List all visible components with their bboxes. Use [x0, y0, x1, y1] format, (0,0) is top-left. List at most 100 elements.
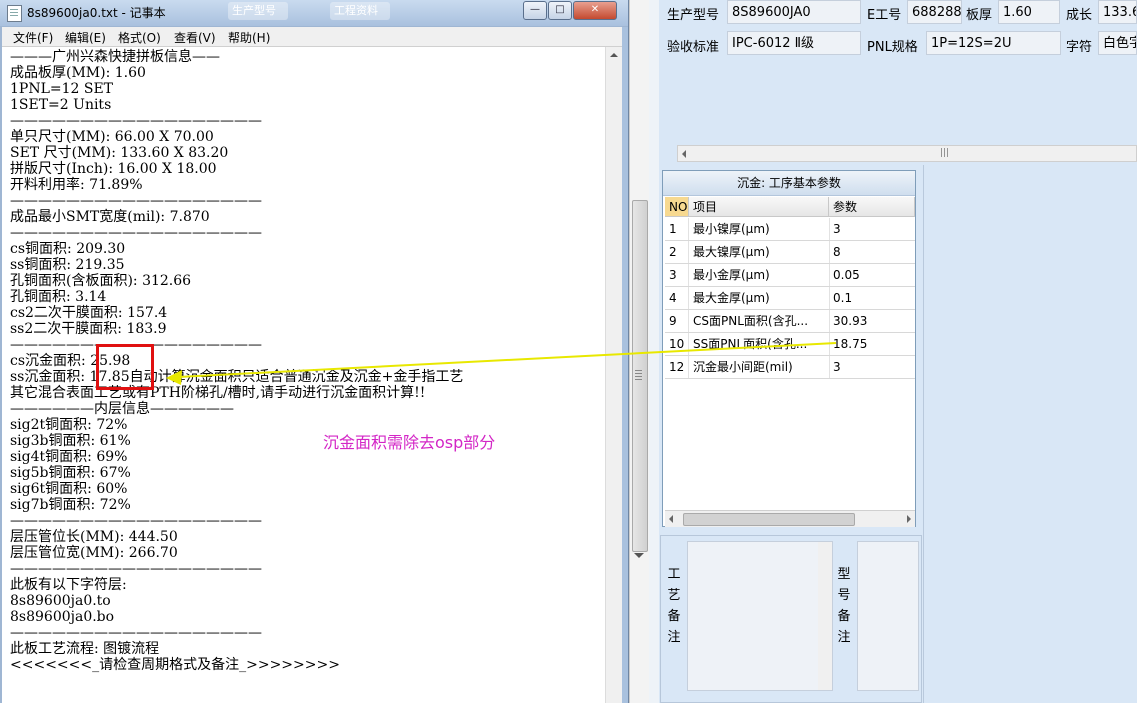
text-line: 孔铜面积: 3.14 [10, 289, 107, 305]
text-line: ——————内层信息—————— [10, 401, 234, 417]
column-header-value[interactable]: 参数 [829, 197, 915, 217]
label-char: 备 [667, 609, 681, 624]
label-char: 艺 [667, 588, 681, 603]
vertical-scrollbar[interactable] [629, 0, 650, 703]
annotation-text: 沉金面积需除去osp部分 [323, 433, 496, 452]
table-row[interactable]: 10 SS面PNL面积(含孔... 18.75 [665, 333, 915, 356]
menu-format[interactable]: 格式(O) [118, 29, 161, 46]
eno-field[interactable]: 688288 [907, 0, 962, 24]
scrollbar-thumb[interactable] [632, 200, 648, 552]
row-value: 18.75 [833, 337, 868, 351]
column-divider [829, 356, 830, 378]
model-field[interactable]: 8S89600JA0 [727, 0, 861, 24]
process-notes-label: 工艺备注 [667, 564, 681, 648]
notepad-titlebar[interactable]: 8s89600ja0.txt - 记事本 生产型号 工程资料 — □ ✕ [0, 0, 628, 26]
row-item: SS面PNL面积(含孔... [693, 337, 808, 351]
label-char: 型 [837, 567, 851, 582]
minimize-button[interactable]: — [523, 1, 547, 20]
label-char: 号 [837, 588, 851, 603]
scroll-up-arrow-icon[interactable] [610, 53, 618, 57]
model-notes-textarea[interactable] [857, 541, 919, 691]
row-value: 30.93 [833, 314, 868, 328]
text-line: 成品最小SMT宽度(mil): 7.870 [10, 209, 210, 225]
table-row[interactable]: 12 沉金最小间距(mil) 3 [665, 356, 915, 379]
thickness-field[interactable]: 1.60 [998, 0, 1060, 24]
menu-view[interactable]: 查看(V) [174, 29, 216, 46]
column-divider [829, 333, 830, 355]
char-field[interactable]: 白色字 [1098, 31, 1137, 55]
thickness-label: 板厚 [966, 8, 993, 23]
text-line: 此板工艺流程: 图镀流程 [10, 641, 160, 657]
scroll-left-arrow-icon[interactable] [682, 150, 686, 158]
row-value: 3 [833, 222, 841, 236]
text-line: 开料利用率: 71.89% [10, 177, 143, 193]
close-button[interactable]: ✕ [573, 1, 617, 20]
grip-icon [635, 370, 642, 371]
scroll-left-arrow-icon[interactable] [669, 515, 673, 523]
scroll-down-arrow-icon[interactable] [634, 553, 644, 558]
form-horizontal-scrollbar[interactable]: ||| [677, 145, 1137, 162]
process-notes-textarea[interactable] [687, 541, 833, 691]
text-line: —————————————————— [10, 193, 262, 209]
column-header-no[interactable]: NO [665, 197, 689, 217]
label-char: 工 [667, 567, 681, 582]
standard-field[interactable]: IPC-6012 Ⅱ级 [727, 31, 861, 55]
text-line: ss铜面积: 219.35 [10, 257, 125, 273]
text-line: SET 尺寸(MM): 133.60 X 83.20 [10, 145, 229, 161]
column-divider [829, 310, 830, 332]
grip-icon: ||| [940, 148, 950, 158]
char-label: 字符 [1066, 40, 1093, 55]
textarea-scrollbar[interactable] [818, 542, 832, 690]
editor-vertical-scrollbar[interactable] [605, 47, 623, 703]
label-char: 注 [837, 630, 851, 645]
text-line: sig7b铜面积: 72% [10, 497, 131, 513]
menu-file[interactable]: 文件(F) [13, 29, 53, 46]
table-row[interactable]: 1 最小镍厚(μm) 3 [665, 218, 915, 241]
scrollbar-thumb[interactable] [683, 513, 855, 526]
notepad-icon [7, 5, 22, 22]
row-value: 3 [833, 360, 841, 374]
window-frame [622, 27, 628, 703]
text-line: 1PNL=12 SET [10, 81, 114, 97]
row-no: 12 [669, 360, 685, 374]
notes-box: 工艺备注 型号备注 [660, 535, 922, 703]
row-value: 0.1 [833, 291, 853, 305]
scroll-right-arrow-icon[interactable] [907, 515, 911, 523]
text-line: —————————————————— [10, 225, 262, 241]
length-field[interactable]: 133.6 [1098, 0, 1137, 24]
row-no: 10 [669, 337, 685, 351]
text-line: 此板有以下字符层: [10, 577, 127, 593]
standard-label: 验收标准 [667, 40, 720, 55]
label-char: 备 [837, 609, 851, 624]
table-row[interactable]: 4 最大金厚(μm) 0.1 [665, 287, 915, 310]
row-no: 2 [669, 245, 677, 259]
table-row[interactable]: 9 CS面PNL面积(含孔... 30.93 [665, 310, 915, 333]
column-divider [829, 264, 830, 286]
divider [649, 0, 659, 703]
row-value: 0.05 [833, 268, 860, 282]
column-divider [829, 218, 830, 240]
text-line: 层压管位宽(MM): 266.70 [10, 545, 178, 561]
maximize-button[interactable]: □ [548, 1, 572, 20]
row-item: 最大金厚(μm) [693, 291, 770, 305]
detail-pane [923, 165, 1137, 703]
length-label: 成长 [1066, 8, 1093, 23]
text-line: ss2二次干膜面积: 183.9 [10, 321, 167, 337]
column-header-item[interactable]: 项目 [689, 197, 829, 217]
taskbar-ghost-1: 生产型号 [228, 2, 288, 20]
menu-edit[interactable]: 编辑(E) [65, 29, 106, 46]
text-line: —————————————————— [10, 625, 262, 641]
text-line: sig5b铜面积: 67% [10, 465, 131, 481]
table-row[interactable]: 3 最小金厚(μm) 0.05 [665, 264, 915, 287]
column-divider [688, 241, 689, 263]
grid-horizontal-scrollbar[interactable] [665, 510, 915, 527]
column-divider [829, 241, 830, 263]
table-row[interactable]: 2 最大镍厚(μm) 8 [665, 241, 915, 264]
taskbar-ghost-2: 工程资料 [330, 2, 390, 20]
editor-content: ———广州兴森快捷拼板信息—— 成品板厚(MM): 1.60 1PNL=12 SET… [10, 49, 463, 673]
text-line: 单只尺寸(MM): 66.00 X 70.00 [10, 129, 214, 145]
pnl-field[interactable]: 1P=12S=2U [926, 31, 1061, 55]
text-editor[interactable]: ———广州兴森快捷拼板信息—— 成品板厚(MM): 1.60 1PNL=12 SET… [2, 47, 605, 703]
eno-label: E工号 [867, 8, 902, 23]
menu-help[interactable]: 帮助(H) [228, 29, 270, 46]
